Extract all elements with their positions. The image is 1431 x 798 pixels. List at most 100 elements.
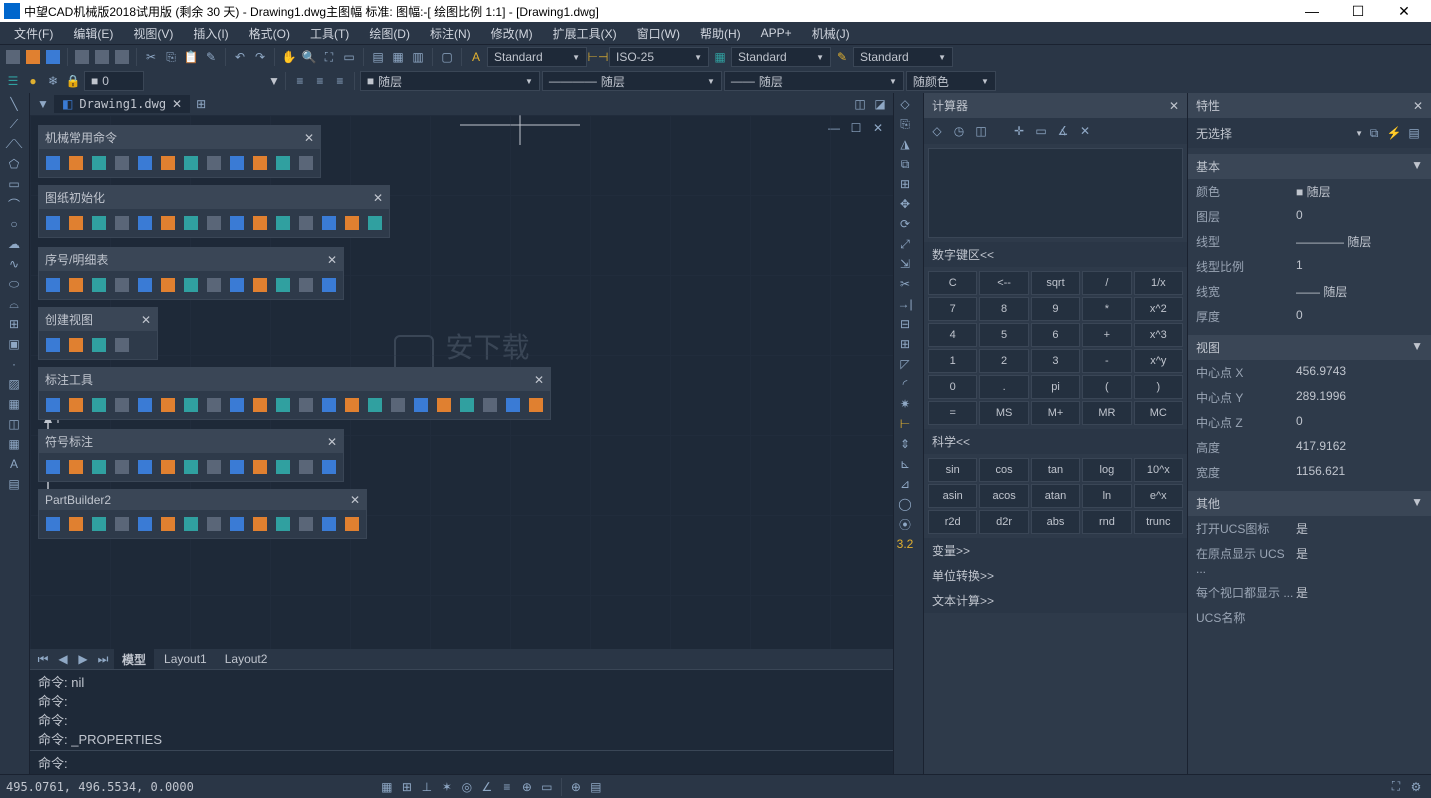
calc-key-/[interactable]: / bbox=[1082, 271, 1131, 295]
calc-key-)[interactable]: ) bbox=[1134, 375, 1183, 399]
panel-p2[interactable]: 图纸初始化✕ bbox=[38, 185, 390, 238]
layout2-tab[interactable]: Layout2 bbox=[217, 650, 276, 668]
match-icon[interactable]: ✎ bbox=[202, 48, 220, 66]
panel-p5-tool-1[interactable] bbox=[66, 395, 86, 415]
dim6-icon[interactable]: ⦿ bbox=[896, 515, 914, 533]
tab-dropdown-icon[interactable]: ▼ bbox=[34, 95, 52, 113]
calc-t3-icon[interactable]: ∡ bbox=[1054, 122, 1072, 140]
calc-text-header[interactable]: 文本计算>> bbox=[924, 588, 1187, 613]
calc-key-MS[interactable]: MS bbox=[979, 401, 1028, 425]
prop-row[interactable]: 中心点 Z0 bbox=[1188, 410, 1431, 435]
panel-p7-tool-11[interactable] bbox=[296, 514, 316, 534]
panel-p2-tool-10[interactable] bbox=[273, 213, 293, 233]
menu-format[interactable]: 格式(O) bbox=[239, 25, 300, 42]
rect-icon[interactable]: ▭ bbox=[2, 175, 26, 193]
layer-mgr-icon[interactable]: ☰ bbox=[4, 72, 22, 90]
layer-color-dropdown[interactable]: ■ 0 bbox=[84, 71, 144, 91]
prop-row[interactable]: 中心点 X456.9743 bbox=[1188, 360, 1431, 385]
print-icon[interactable] bbox=[73, 48, 91, 66]
menu-modify[interactable]: 修改(M) bbox=[481, 25, 543, 42]
ann-icon[interactable]: ▤ bbox=[587, 778, 605, 796]
calc-key-1[interactable]: 1 bbox=[928, 349, 977, 373]
calc-t4-icon[interactable]: ✕ bbox=[1076, 122, 1094, 140]
panel-p3-tool-10[interactable] bbox=[273, 275, 293, 295]
panel-p5-tool-2[interactable] bbox=[89, 395, 109, 415]
prop-row[interactable]: 中心点 Y289.1996 bbox=[1188, 385, 1431, 410]
tpal-icon[interactable]: ▥ bbox=[409, 48, 427, 66]
panel-p1-tool-5[interactable] bbox=[158, 153, 178, 173]
calc-key-6[interactable]: 6 bbox=[1031, 323, 1080, 347]
xline-icon[interactable]: ⟋ bbox=[2, 115, 26, 133]
split2-icon[interactable]: ◪ bbox=[871, 95, 889, 113]
panel-p3-tool-6[interactable] bbox=[181, 275, 201, 295]
dc-icon[interactable]: ▦ bbox=[389, 48, 407, 66]
panel-p3-tool-3[interactable] bbox=[112, 275, 132, 295]
wipeout-icon[interactable]: ▤ bbox=[2, 475, 26, 493]
prop-row[interactable]: 打开UCS图标是 bbox=[1188, 516, 1431, 541]
publish-icon[interactable] bbox=[113, 48, 131, 66]
command-input[interactable]: 命令: bbox=[30, 750, 893, 774]
panel-p6-tool-4[interactable] bbox=[135, 457, 155, 477]
calc-key-tan[interactable]: tan bbox=[1031, 458, 1080, 482]
calc-key-8[interactable]: 8 bbox=[979, 297, 1028, 321]
table-style-dropdown[interactable]: Standard▼ bbox=[731, 47, 831, 67]
panel-p3-tool-1[interactable] bbox=[66, 275, 86, 295]
calc-key-acos[interactable]: acos bbox=[979, 484, 1028, 508]
model-icon[interactable]: ▭ bbox=[538, 778, 556, 796]
menu-help[interactable]: 帮助(H) bbox=[690, 25, 751, 42]
calc-key-x^y[interactable]: x^y bbox=[1134, 349, 1183, 373]
panel-p7[interactable]: PartBuilder2✕ bbox=[38, 489, 367, 539]
panel-p6-tool-3[interactable] bbox=[112, 457, 132, 477]
calc-key-d2r[interactable]: d2r bbox=[979, 510, 1028, 534]
panel-p3-tool-9[interactable] bbox=[250, 275, 270, 295]
panel-close-icon[interactable]: ✕ bbox=[304, 131, 314, 145]
ellipse-icon[interactable]: ⬭ bbox=[2, 275, 26, 293]
panel-p4-tool-2[interactable] bbox=[89, 335, 109, 355]
calc-icon[interactable]: ▢ bbox=[438, 48, 456, 66]
panel-p6-tool-5[interactable] bbox=[158, 457, 178, 477]
preview-icon[interactable] bbox=[93, 48, 111, 66]
panel-close-icon[interactable]: ✕ bbox=[534, 373, 544, 387]
redo-icon[interactable]: ↷ bbox=[251, 48, 269, 66]
dim-style-dropdown[interactable]: ISO-25▼ bbox=[609, 47, 709, 67]
layer-walk-icon[interactable]: ≡ bbox=[331, 72, 349, 90]
chamfer-icon[interactable]: ◸ bbox=[896, 355, 914, 373]
minimize-button[interactable]: — bbox=[1289, 0, 1335, 22]
maximize-button[interactable]: ☐ bbox=[1335, 0, 1381, 22]
lineweight-dropdown[interactable]: —— 随层▼ bbox=[724, 71, 904, 91]
calc-key-ln[interactable]: ln bbox=[1082, 484, 1131, 508]
ortho-icon[interactable]: ⊥ bbox=[418, 778, 436, 796]
layer-freeze-icon[interactable]: ❄ bbox=[44, 72, 62, 90]
panel-p3-tool-11[interactable] bbox=[296, 275, 316, 295]
prop-row[interactable]: 宽度1156.621 bbox=[1188, 460, 1431, 485]
panel-p5-tool-13[interactable] bbox=[342, 395, 362, 415]
calc-key-2[interactable]: 2 bbox=[979, 349, 1028, 373]
offset-icon[interactable]: ⧉ bbox=[896, 155, 914, 173]
panel-close-icon[interactable]: ✕ bbox=[350, 493, 360, 507]
calc-key-log[interactable]: log bbox=[1082, 458, 1131, 482]
cycle-icon[interactable]: ⊕ bbox=[567, 778, 585, 796]
menu-insert[interactable]: 插入(I) bbox=[183, 25, 238, 42]
calc-key-x^3[interactable]: x^3 bbox=[1134, 323, 1183, 347]
zoom-ext-icon[interactable]: ⛶ bbox=[320, 48, 338, 66]
calc-key-sqrt[interactable]: sqrt bbox=[1031, 271, 1080, 295]
panel-p1-tool-2[interactable] bbox=[89, 153, 109, 173]
panel-p6-tool-0[interactable] bbox=[43, 457, 63, 477]
grid-icon[interactable]: ⊞ bbox=[398, 778, 416, 796]
new-tab-icon[interactable]: ⊞ bbox=[192, 95, 210, 113]
calc-close-icon[interactable]: ✕ bbox=[1169, 99, 1179, 113]
menu-app[interactable]: APP+ bbox=[751, 26, 802, 40]
calc-mode3-icon[interactable]: ◫ bbox=[972, 122, 990, 140]
fillet-icon[interactable]: ◜ bbox=[896, 375, 914, 393]
panel-p1-tool-6[interactable] bbox=[181, 153, 201, 173]
calc-key-*[interactable]: * bbox=[1082, 297, 1131, 321]
prop-row[interactable]: 在原点显示 UCS ...是 bbox=[1188, 541, 1431, 580]
extend-icon[interactable]: →| bbox=[896, 295, 914, 313]
calc-t2-icon[interactable]: ▭ bbox=[1032, 122, 1050, 140]
calc-key-abs[interactable]: abs bbox=[1031, 510, 1080, 534]
calc-key-trunc[interactable]: trunc bbox=[1134, 510, 1183, 534]
zoom-icon[interactable]: 🔍 bbox=[300, 48, 318, 66]
calc-var-header[interactable]: 变量>> bbox=[924, 538, 1187, 563]
calc-key-+[interactable]: + bbox=[1082, 323, 1131, 347]
panel-close-icon[interactable]: ✕ bbox=[373, 191, 383, 205]
